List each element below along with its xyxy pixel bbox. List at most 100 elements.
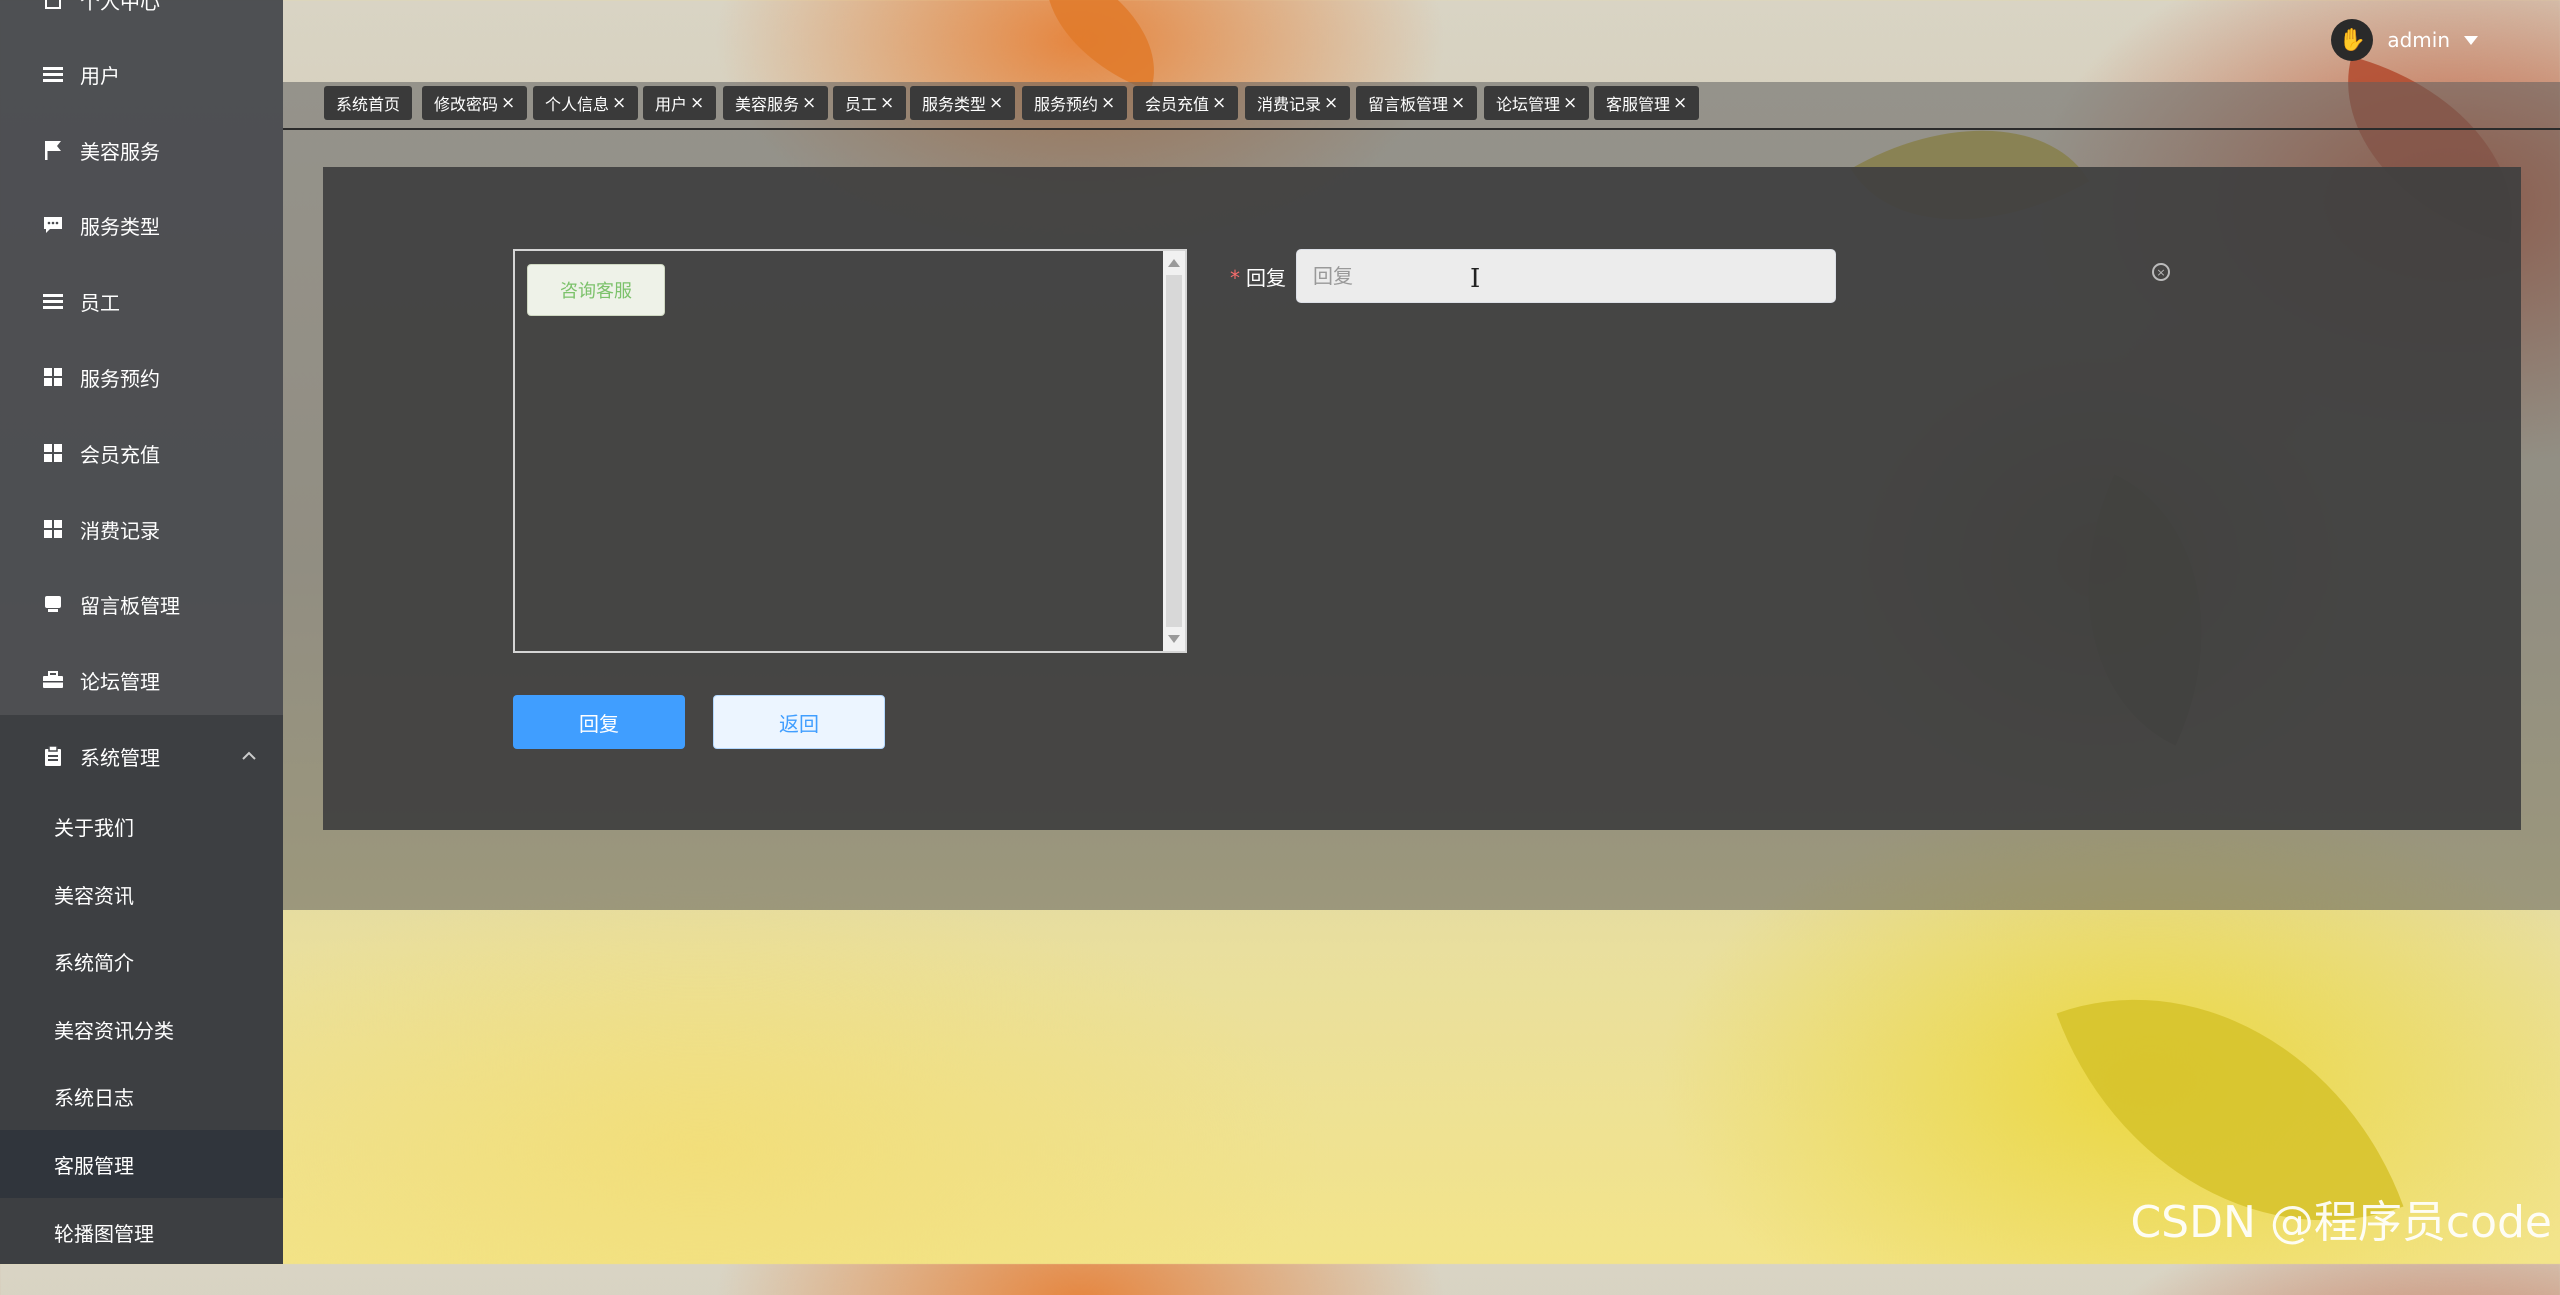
tabs-bar: 系统首页 修改密码 × 个人信息 × 用户 × 美容服务 × 员工 × 服务类型 × 服务预… xyxy=(283,82,2560,130)
sidebar-item-label: 消费记录 xyxy=(80,518,160,543)
tab-appointment[interactable]: 服务预约 × xyxy=(1022,86,1128,120)
reply-label-text: 回复 xyxy=(1246,266,1286,290)
close-icon[interactable]: × xyxy=(989,93,1003,113)
close-icon[interactable]: × xyxy=(1212,93,1226,113)
sidebar-item-label: 服务类型 xyxy=(80,214,160,239)
tab-label: 会员充值 xyxy=(1145,95,1210,114)
tab-label: 修改密码 xyxy=(434,95,499,114)
tab-label: 论坛管理 xyxy=(1496,95,1561,114)
close-icon[interactable]: × xyxy=(1673,93,1687,113)
sidebar: 个人中心 用户 美容服务 服务类型 员工 服务预约 会员充值 消费记录 留言板管… xyxy=(0,0,283,1264)
sidebar-item-users[interactable]: 用户 xyxy=(0,36,283,112)
tab-label: 用户 xyxy=(655,95,688,114)
tab-customer-service[interactable]: 客服管理 × xyxy=(1594,86,1700,120)
tab-personal-info[interactable]: 个人信息 × xyxy=(533,86,639,120)
sidebar-sub-customer-service[interactable]: 客服管理 xyxy=(0,1130,283,1198)
list-icon xyxy=(42,290,64,312)
close-icon[interactable]: × xyxy=(501,93,515,113)
sidebar-sub-news-category[interactable]: 美容资讯分类 xyxy=(0,995,283,1063)
required-mark: * xyxy=(1230,266,1240,290)
sidebar-item-beauty-service[interactable]: 美容服务 xyxy=(0,112,283,188)
sidebar-item-forum[interactable]: 论坛管理 xyxy=(0,642,283,718)
sidebar-sub-label: 系统日志 xyxy=(54,1085,134,1110)
list-icon xyxy=(42,63,64,85)
tab-users[interactable]: 用户 × xyxy=(643,86,717,120)
tab-label: 留言板管理 xyxy=(1368,95,1449,114)
tab-label: 美容服务 xyxy=(735,95,800,114)
tab-label: 系统首页 xyxy=(336,95,401,114)
username: admin xyxy=(2387,28,2450,52)
sidebar-item-consumption[interactable]: 消费记录 xyxy=(0,491,283,567)
sidebar-item-system-management[interactable]: 系统管理 xyxy=(0,718,283,794)
watermark: CSDN @程序员code xyxy=(2130,1197,2552,1248)
tab-forum[interactable]: 论坛管理 × xyxy=(1484,86,1590,120)
sidebar-item-label: 会员充值 xyxy=(80,442,160,467)
sidebar-sub-about-us[interactable]: 关于我们 xyxy=(0,792,283,860)
tab-beauty-service[interactable]: 美容服务 × xyxy=(723,86,829,120)
tab-recharge[interactable]: 会员充值 × xyxy=(1133,86,1239,120)
top-bar: ✋ admin xyxy=(283,0,2560,82)
grid-icon xyxy=(42,518,64,540)
scroll-thumb[interactable] xyxy=(1166,275,1182,627)
close-icon[interactable]: × xyxy=(690,93,704,113)
sidebar-sub-carousel[interactable]: 轮播图管理 xyxy=(0,1198,283,1266)
sidebar-item-recharge[interactable]: 会员充值 xyxy=(0,415,283,491)
reply-label: * 回复 xyxy=(1230,262,1286,291)
chat-scrollbar[interactable] xyxy=(1163,251,1185,651)
flag-icon xyxy=(42,139,64,161)
text-cursor-icon: I xyxy=(1470,264,1481,294)
close-icon[interactable]: × xyxy=(880,93,894,113)
reply-button[interactable]: 回复 xyxy=(513,695,685,749)
sidebar-item-staff[interactable]: 员工 xyxy=(0,263,283,339)
sidebar-item-label: 论坛管理 xyxy=(80,669,160,694)
tab-staff[interactable]: 员工 × xyxy=(833,86,907,120)
sidebar-sub-label: 美容资讯 xyxy=(54,883,134,908)
sidebar-sub-label: 轮播图管理 xyxy=(54,1221,154,1246)
tab-service-type[interactable]: 服务类型 × xyxy=(910,86,1016,120)
tab-label: 员工 xyxy=(845,95,878,114)
caret-down-icon xyxy=(2464,35,2478,45)
message-icon xyxy=(42,593,64,615)
close-icon[interactable]: × xyxy=(1563,93,1577,113)
reply-input[interactable] xyxy=(1296,249,1836,303)
hand-icon: ✋ xyxy=(2338,27,2367,53)
briefcase-icon xyxy=(42,669,64,691)
chevron-up-icon xyxy=(242,746,256,765)
document-icon xyxy=(42,0,64,11)
sidebar-item-personal-center[interactable]: 个人中心 xyxy=(0,0,283,38)
close-icon[interactable]: × xyxy=(1101,93,1115,113)
sidebar-item-message-board[interactable]: 留言板管理 xyxy=(0,566,283,642)
chat-history[interactable]: 咨询客服 xyxy=(513,249,1187,653)
tab-home[interactable]: 系统首页 xyxy=(324,86,413,120)
tab-label: 客服管理 xyxy=(1606,95,1671,114)
sidebar-item-service-type[interactable]: 服务类型 xyxy=(0,187,283,263)
sidebar-item-label: 个人中心 xyxy=(80,0,160,14)
close-icon[interactable]: × xyxy=(612,93,626,113)
sidebar-sub-system-log[interactable]: 系统日志 xyxy=(0,1062,283,1130)
sidebar-sub-label: 美容资讯分类 xyxy=(54,1018,174,1043)
scroll-up-arrow-icon[interactable] xyxy=(1168,259,1180,267)
close-icon[interactable]: × xyxy=(1451,93,1465,113)
back-button[interactable]: 返回 xyxy=(713,695,885,749)
sidebar-item-appointment[interactable]: 服务预约 xyxy=(0,339,283,415)
user-menu[interactable]: ✋ admin xyxy=(2331,18,2478,62)
sidebar-item-label: 员工 xyxy=(80,290,120,315)
scroll-down-arrow-icon[interactable] xyxy=(1168,635,1180,643)
clear-icon[interactable]: × xyxy=(2152,263,2170,281)
sidebar-item-label: 系统管理 xyxy=(80,745,160,770)
tab-label: 服务预约 xyxy=(1034,95,1099,114)
clipboard-icon xyxy=(42,745,64,767)
close-icon[interactable]: × xyxy=(802,93,816,113)
tab-message-board[interactable]: 留言板管理 × xyxy=(1356,86,1478,120)
tab-change-password[interactable]: 修改密码 × xyxy=(422,86,528,120)
tab-label: 个人信息 xyxy=(545,95,610,114)
sidebar-item-label: 用户 xyxy=(80,63,120,88)
close-icon[interactable]: × xyxy=(1324,93,1338,113)
sidebar-sub-system-intro[interactable]: 系统简介 xyxy=(0,927,283,995)
tab-label: 消费记录 xyxy=(1257,95,1322,114)
sidebar-item-label: 服务预约 xyxy=(80,366,160,391)
tab-consumption[interactable]: 消费记录 × xyxy=(1245,86,1351,120)
sidebar-sub-beauty-news[interactable]: 美容资讯 xyxy=(0,860,283,928)
sidebar-sub-label: 关于我们 xyxy=(54,815,134,840)
tab-label: 服务类型 xyxy=(922,95,987,114)
